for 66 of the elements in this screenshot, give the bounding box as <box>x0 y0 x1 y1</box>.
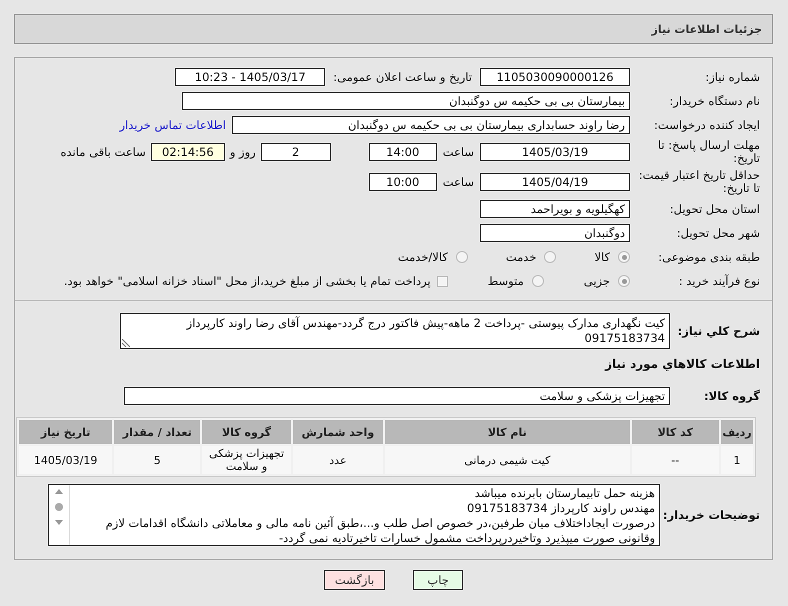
need-number-field: 1105030090000126 <box>480 68 630 86</box>
checkbox-label: پرداخت تمام یا بخشی از مبلغ خرید،از محل "اسناد خزانه اسلامی" خواهد بود. <box>64 274 431 288</box>
radio-button[interactable] <box>456 251 468 263</box>
note-text: درصورت ایجاداختلاف میان طرفین،در خصوص اصل طلب و...،طبق آئین نامه مالی و معاملاتی دانشگاه اقدامات لازم وقانونی صورت میپذیرد وتاخیردرپرداخت مشمول خسارات تاخیرتادیه نمی گردد- <box>104 516 655 546</box>
note-text: هزینه حمل تابیمارستان بابرنده میباشد <box>474 486 655 501</box>
radio-label: کالا/خدمت <box>398 250 448 264</box>
field-label: روز و <box>230 145 256 159</box>
field-label: شماره نیاز: <box>704 70 761 84</box>
table-cell: 5 <box>114 446 200 474</box>
validity-time-field: 10:00 <box>368 173 437 191</box>
print-button[interactable]: چاپ <box>413 570 464 590</box>
remaining-time-field: 02:14:56 <box>150 143 225 161</box>
goods-group-field: تجهیزات پزشکی و سلامت <box>124 387 670 405</box>
radio-button[interactable] <box>618 251 630 263</box>
field-label: حداقل تاریخ اعتبار قیمت: تا تاریخ: <box>638 169 761 195</box>
field-label: شهر محل تحویل: <box>676 226 761 240</box>
field-label: مهلت ارسال پاسخ: تا تاریخ: <box>656 139 761 165</box>
column-header: نام کالا <box>385 420 630 444</box>
radio-button[interactable] <box>532 275 544 287</box>
description-field: کیت نگهداری مدارک پیوستی -پرداخت 2 ماهه-پیش فاکتور درج گردد-مهندس آقای رضا راوند کارپرداز 09175183734 <box>120 313 670 349</box>
field-label: طبقه بندی موضوعی: <box>657 250 761 264</box>
buyer-name-field: بیمارستان بی بی حکیمه س دوگنبدان <box>182 92 630 110</box>
table-cell: 1405/03/19 <box>19 446 112 474</box>
radio-button[interactable] <box>544 251 556 263</box>
column-header: گروه کالا <box>202 420 291 444</box>
page-title: جزئیات اطلاعات نیاز <box>652 22 762 36</box>
deadline-time-field: 14:00 <box>368 143 437 161</box>
radio-label: کالا <box>594 250 610 264</box>
province-field: کهگیلویه و بویراحمد <box>480 200 630 218</box>
buyer-contact-link[interactable]: اطلاعات تماس خریدار <box>119 118 226 132</box>
requester-field: رضا راوند حسابداری بیمارستان بی بی حکیمه س دوگنبدان <box>232 116 630 134</box>
radio-label: خدمت <box>506 250 536 264</box>
resize-grip-icon[interactable] <box>122 339 130 347</box>
column-header: ردیف <box>721 420 753 444</box>
validity-date-field: 1405/04/19 <box>480 173 630 191</box>
field-label: نام دستگاه خریدار: <box>668 94 761 108</box>
field-label: ایجاد کننده درخواست: <box>653 118 761 132</box>
field-label: توضیحات خریدار: <box>662 508 761 522</box>
city-field: دوگنبدان <box>480 224 630 242</box>
back-button[interactable]: بازگشت <box>324 570 386 590</box>
field-label: تاریخ و ساعت اعلان عمومی: <box>333 70 472 84</box>
table-cell: تجهیزات پزشکی و سلامت <box>202 446 291 474</box>
table-cell: 1 <box>721 446 753 474</box>
announce-date-field: 1405/03/17 - 10:23 <box>175 68 326 86</box>
field-label: ساعت <box>442 145 474 159</box>
section-heading: اطلاعات کالاهاي مورد نیاز <box>604 357 761 371</box>
field-label: نوع فرآیند خرید : <box>678 274 761 288</box>
field-label: استان محل تحویل: <box>668 202 761 216</box>
field-label: گروه کالا: <box>703 390 761 402</box>
deadline-date-field: 1405/03/19 <box>480 143 630 161</box>
note-text: مهندس راوند کارپرداز 09175183734 <box>466 501 655 516</box>
radio-label: متوسط <box>488 274 524 288</box>
field-label: ساعت باقی مانده <box>60 145 146 159</box>
column-header: تاریخ نیاز <box>19 420 112 444</box>
table-cell: کیت شیمی درمانی <box>385 446 630 474</box>
radio-label: جزیی <box>584 274 610 288</box>
column-header: کد کالا <box>632 420 720 444</box>
column-header: واحد شمارش <box>292 420 384 444</box>
table-cell: عدد <box>292 446 384 474</box>
radio-button[interactable] <box>618 275 630 287</box>
table-cell: -- <box>632 446 720 474</box>
field-label: ساعت <box>442 175 474 189</box>
days-field: 2 <box>260 143 331 161</box>
checkbox[interactable] <box>436 276 448 286</box>
field-label: شرح کلي نیاز: <box>676 324 761 338</box>
column-header: تعداد / مقدار <box>114 420 200 444</box>
